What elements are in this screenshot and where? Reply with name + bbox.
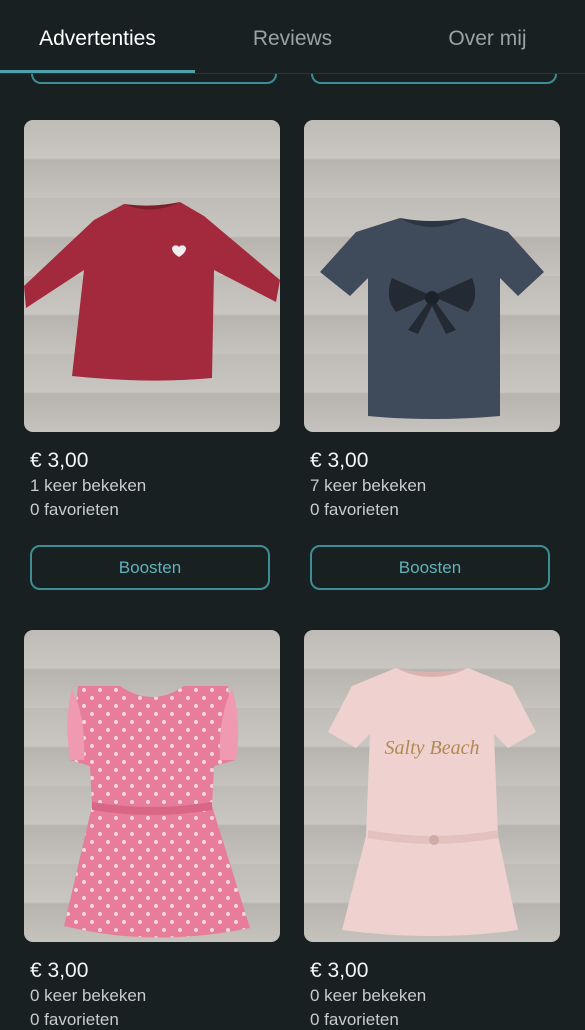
listing-price: € 3,00	[30, 449, 89, 472]
boost-button[interactable]: Boosten	[310, 545, 550, 590]
tab-over-mij[interactable]: Over mij	[390, 0, 585, 73]
listing-photo[interactable]	[24, 120, 280, 432]
tab-reviews[interactable]: Reviews	[195, 0, 390, 73]
red-long-sleeve-shirt-image	[24, 202, 280, 381]
listing-view-count: 0 keer bekeken	[310, 986, 427, 1005]
salty-beach-print-text: Salty Beach	[385, 737, 480, 759]
listing-view-count: 1 keer bekeken	[30, 476, 147, 495]
light-pink-salty-beach-dress-image: Salty Beach	[328, 668, 536, 936]
listing-favorites-count: 0 favorieten	[30, 500, 119, 519]
listing-favorites-count: 0 favorieten	[310, 1010, 399, 1029]
listing-view-count: 0 keer bekeken	[30, 986, 147, 1005]
navy-tshirt-with-bow-image	[320, 218, 544, 419]
listing-favorites-count: 0 favorieten	[310, 500, 399, 519]
listing-photo[interactable]: Salty Beach	[304, 630, 560, 942]
listing-price: € 3,00	[310, 449, 369, 472]
listing-photo[interactable]	[24, 630, 280, 942]
active-tab-indicator	[0, 70, 195, 73]
tab-advertenties[interactable]: Advertenties	[0, 0, 195, 73]
listing-price: € 3,00	[30, 959, 89, 982]
profile-tab-bar: Advertenties Reviews Over mij	[0, 0, 585, 74]
listing-price: € 3,00	[310, 959, 369, 982]
listing-favorites-count: 0 favorieten	[30, 1010, 119, 1029]
pink-dotted-dress-image	[64, 686, 250, 938]
listing-view-count: 7 keer bekeken	[310, 476, 427, 495]
listing-photo[interactable]	[304, 120, 560, 432]
boost-button[interactable]: Boosten	[30, 545, 270, 590]
